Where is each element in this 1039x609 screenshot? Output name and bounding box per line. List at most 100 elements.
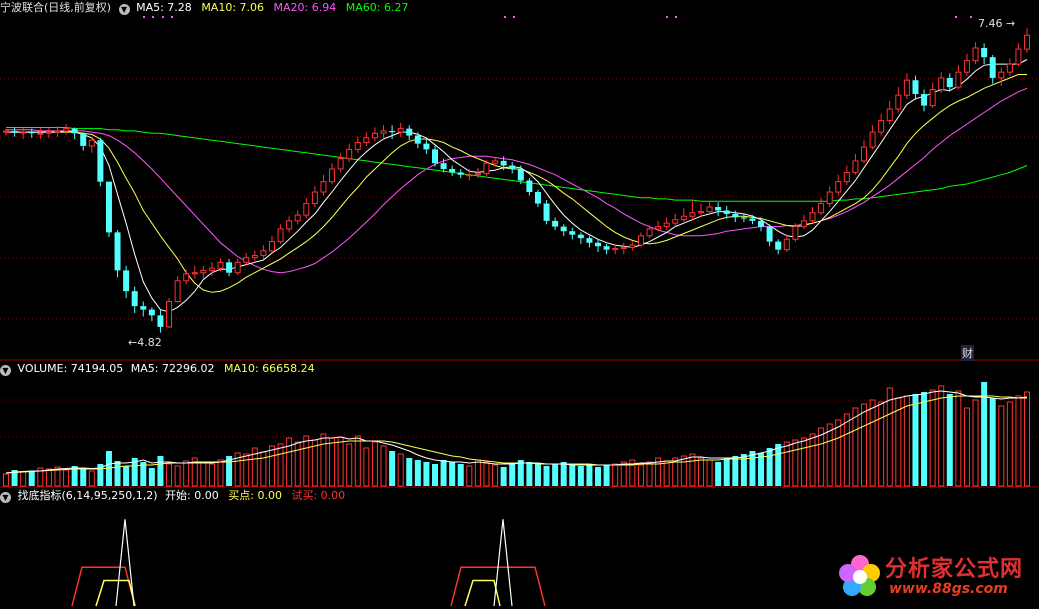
candle-down <box>440 163 447 169</box>
ma20-line <box>6 87 1028 274</box>
candle-up <box>268 241 275 252</box>
volume-bar-down <box>157 456 164 486</box>
volume-bar-up <box>303 435 310 487</box>
candle-down <box>749 218 756 221</box>
candle-up <box>286 220 293 230</box>
arrow-left-icon: ← <box>128 336 138 349</box>
candle-down <box>148 309 155 316</box>
candle-down <box>552 220 559 227</box>
finance-marker[interactable]: 财 <box>961 345 974 361</box>
candle-down <box>406 128 413 136</box>
volume-bar-down <box>423 462 430 486</box>
candle-down <box>921 94 928 106</box>
volume-bar-down <box>114 461 121 486</box>
arrow-right-icon: → <box>1002 17 1016 30</box>
signal-dot <box>970 16 972 18</box>
candle-up <box>303 203 310 216</box>
volume-bar-down <box>449 462 456 486</box>
volume-bar-down <box>586 464 593 486</box>
volume-bar-down <box>28 471 35 486</box>
stock-name[interactable]: 宁波联合(日线,前复权) <box>0 1 111 14</box>
volume-bar-up <box>938 385 945 487</box>
volume-bar-down <box>758 453 765 486</box>
volume-bar-up <box>243 453 250 487</box>
candle-up <box>663 222 670 228</box>
volume-bar-down <box>526 462 533 486</box>
candle-up <box>998 71 1005 79</box>
candle-down <box>577 234 584 239</box>
indicator-header: ▼ 找底指标(6,14,95,250,1,2) 开始: 0.00 买点: 0.0… <box>0 488 351 503</box>
candle-up <box>380 130 387 134</box>
signal-dot <box>504 16 506 18</box>
ma60-value: MA60: 6.27 <box>345 1 409 14</box>
volume-bar-down <box>749 451 756 486</box>
candle-up <box>363 137 370 143</box>
candle-down <box>543 203 550 221</box>
candle-down <box>226 262 233 273</box>
indicator-trial-value: 试买: 0.00 <box>291 489 346 502</box>
volume-bar-down <box>80 468 87 486</box>
candle-up <box>243 257 250 263</box>
volume-bar-up <box>955 390 962 487</box>
volume-bar-up <box>861 403 867 487</box>
candle-up <box>878 120 885 133</box>
candlesticks <box>3 28 1031 333</box>
volume-ma5-value: MA5: 72296.02 <box>130 362 215 375</box>
candle-up <box>174 280 181 303</box>
volume-bar-down <box>723 458 730 486</box>
ma10-line <box>6 74 1027 293</box>
candle-up <box>251 254 258 259</box>
volume-bar-down <box>500 467 507 486</box>
volume-bar-up <box>397 453 404 487</box>
volume-bar-up <box>963 407 970 487</box>
volume-bar-up <box>818 427 825 487</box>
volume-bar-down <box>775 444 782 486</box>
candle-down <box>723 210 730 214</box>
signal-dot <box>152 16 154 18</box>
candle-down <box>509 165 516 169</box>
candle-up <box>826 191 833 205</box>
candle-up <box>903 79 910 96</box>
volume-bar-up <box>294 441 301 487</box>
chevron-down-icon[interactable]: ▼ <box>0 492 11 503</box>
volume-bar-up <box>663 460 670 487</box>
candle-down <box>732 213 739 218</box>
candle-down <box>534 192 541 204</box>
indicator-name[interactable]: 找底指标(6,14,95,250,1,2) <box>18 489 158 502</box>
candle-down <box>423 143 430 150</box>
candle-up <box>474 173 481 176</box>
volume-bar-up <box>998 405 1005 487</box>
candle-up <box>646 228 653 237</box>
volume-bar-up <box>929 389 936 487</box>
candle-up <box>895 94 902 110</box>
volume-bar-up <box>174 465 181 487</box>
candle-up <box>166 301 173 328</box>
stock-chart-canvas[interactable] <box>0 0 1039 609</box>
volume-bar-down <box>457 464 464 486</box>
chevron-down-icon[interactable]: ▼ <box>0 365 11 376</box>
volume-bar-down <box>766 448 773 486</box>
volume-bar-up <box>166 463 173 487</box>
low-price-label: ←4.82 <box>128 336 162 349</box>
candle-down <box>740 217 747 219</box>
candle-up <box>612 248 619 251</box>
candle-down <box>457 172 464 175</box>
chevron-down-icon[interactable]: ▼ <box>118 4 130 15</box>
volume-bar-down <box>509 464 516 486</box>
high-price-label: 7.46 → <box>978 17 1016 30</box>
volume-bar-up <box>697 457 704 487</box>
candle-down <box>517 168 524 181</box>
candle-up <box>277 228 284 243</box>
signal-dot <box>513 16 515 18</box>
signal-dot <box>143 16 145 18</box>
volume-bar-down <box>715 462 722 486</box>
volume-bar-up <box>972 399 979 487</box>
candle-down <box>432 149 438 164</box>
volume-bar-up <box>852 407 859 487</box>
volume-bar-up <box>809 433 816 487</box>
volume-bar-down <box>577 466 584 486</box>
candle-down <box>569 231 576 235</box>
volume-value: VOLUME: 74194.05 <box>17 362 124 375</box>
volume-bar-up <box>320 433 327 487</box>
candle-down <box>140 306 147 310</box>
